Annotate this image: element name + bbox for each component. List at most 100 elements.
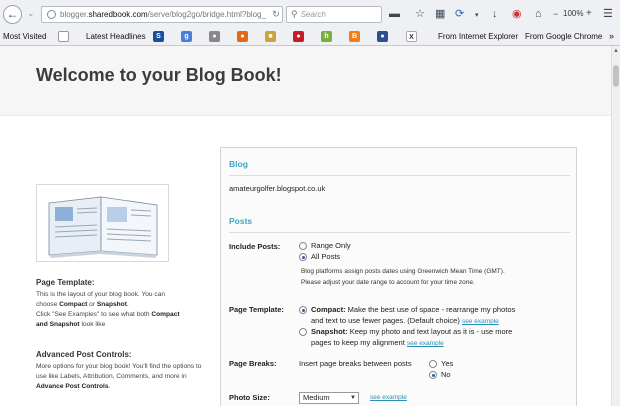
reload-icon[interactable]: ↻ bbox=[270, 9, 282, 20]
gmt-note: Please adjust your date range to account… bbox=[301, 279, 475, 286]
text-fragment: Click "See Examples" to see what both bbox=[36, 311, 152, 318]
snapshot-option-desc: Keep my photo and text layout as it is -… bbox=[347, 327, 513, 336]
page-breaks-no-label[interactable]: No bbox=[441, 370, 451, 379]
compact-option-line2: and text to use fewer pages. (Default ch… bbox=[311, 316, 499, 325]
blog-section-title: Blog bbox=[229, 159, 248, 169]
bookmark-from-ie[interactable]: From Internet Explorer bbox=[438, 32, 518, 41]
blog-url: amateurgolfer.blogspot.co.uk bbox=[229, 184, 326, 193]
template-help-line: and Snapshot look like bbox=[36, 320, 204, 330]
page-breaks-yes-label[interactable]: Yes bbox=[441, 359, 453, 368]
compact-term: Compact bbox=[59, 301, 88, 308]
photo-size-select[interactable]: Medium ▼ bbox=[299, 392, 359, 404]
zoom-out-icon[interactable]: − bbox=[553, 8, 558, 20]
all-posts-label[interactable]: All Posts bbox=[311, 252, 340, 261]
menu-icon[interactable]: ☰ bbox=[603, 8, 613, 20]
page-scrollbar[interactable]: ▲ bbox=[611, 46, 620, 406]
compact-see-example-link[interactable]: see example bbox=[462, 318, 499, 325]
page-icon[interactable] bbox=[58, 31, 69, 42]
bookmark-firefox-icon[interactable]: ● bbox=[237, 31, 248, 42]
zoom-in-icon[interactable]: + bbox=[586, 8, 592, 20]
extension-icon[interactable]: ◉ bbox=[512, 8, 522, 20]
snapshot-option-title: Snapshot: bbox=[311, 327, 348, 336]
section-divider bbox=[229, 232, 570, 233]
snapshot-option-line2: pages to keep my alignment see example bbox=[311, 338, 444, 347]
gmt-note: Blog platforms assign posts dates using … bbox=[301, 268, 505, 275]
url-text[interactable]: blogger.sharedbook.com/serve/blog2go/bri… bbox=[60, 10, 270, 19]
bookmark-globe-icon[interactable]: ● bbox=[209, 31, 220, 42]
downloads-icon[interactable]: ↓ bbox=[492, 8, 498, 20]
photo-size-see-example-link[interactable]: see example bbox=[370, 394, 407, 401]
snapshot-radio[interactable] bbox=[299, 328, 307, 336]
template-help-text: This is the layout of your blog book. Yo… bbox=[36, 290, 204, 330]
bookmark-google-icon[interactable]: g bbox=[181, 31, 192, 42]
page-breaks-no-radio[interactable] bbox=[429, 371, 437, 379]
bookmark-s-icon[interactable]: S bbox=[153, 31, 164, 42]
settings-panel: Blog amateurgolfer.blogspot.co.uk Posts … bbox=[220, 147, 577, 406]
reading-view-icon[interactable]: ▬ bbox=[389, 8, 400, 20]
range-only-radio[interactable] bbox=[299, 242, 307, 250]
bookmarks-toolbar: Most Visited Latest Headlines S g ● ● ■ … bbox=[0, 29, 620, 46]
include-posts-label: Include Posts: bbox=[229, 242, 281, 251]
url-prefix: blogger. bbox=[60, 10, 89, 19]
advanced-help-text: More options for your blog book! You'll … bbox=[36, 362, 204, 392]
page-breaks-yes-radio[interactable] bbox=[429, 360, 437, 368]
scroll-thumb[interactable] bbox=[613, 65, 619, 87]
snapshot-see-example-link[interactable]: see example bbox=[407, 340, 444, 347]
zoom-level[interactable]: 100% bbox=[563, 9, 583, 18]
text-fragment: . bbox=[108, 383, 111, 390]
compact-term: Compact bbox=[151, 311, 180, 318]
bookmark-lh-icon[interactable]: h bbox=[321, 31, 332, 42]
page-title: Welcome to your Blog Book! bbox=[36, 65, 282, 85]
bookmark-blue-icon[interactable]: ● bbox=[377, 31, 388, 42]
snapshot-option-desc: pages to keep my alignment bbox=[311, 338, 405, 347]
all-posts-radio[interactable] bbox=[299, 253, 307, 261]
text-fragment: look like bbox=[79, 321, 106, 328]
bookmarks-overflow-icon[interactable]: » bbox=[609, 31, 614, 41]
compact-radio[interactable] bbox=[299, 306, 307, 314]
range-only-label[interactable]: Range Only bbox=[311, 241, 351, 250]
scroll-up-icon[interactable]: ▲ bbox=[613, 48, 619, 54]
advanced-help-line: Advance Post Controls. bbox=[36, 382, 204, 392]
compact-option-title: Compact: bbox=[311, 305, 346, 314]
bookmark-blogger-icon[interactable]: B bbox=[349, 31, 360, 42]
home-icon[interactable]: ⌂ bbox=[535, 8, 542, 20]
sync-icon[interactable]: ⟳ bbox=[455, 8, 464, 20]
bookmark-star-icon[interactable]: ☆ bbox=[415, 8, 425, 20]
site-identity-icon[interactable] bbox=[47, 10, 56, 19]
snapshot-term: Snapshot bbox=[49, 321, 80, 328]
bookmark-red-icon[interactable]: ● bbox=[293, 31, 304, 42]
search-placeholder: Search bbox=[300, 10, 326, 19]
url-bar[interactable]: blogger.sharedbook.com/serve/blog2go/bri… bbox=[41, 6, 283, 23]
template-help-line: This is the layout of your blog book. Yo… bbox=[36, 291, 166, 298]
template-help-line: Click "See Examples" to see what both Co… bbox=[36, 310, 204, 320]
sync-dropdown-icon[interactable]: ▾ bbox=[475, 10, 479, 22]
bookmark-most-visited[interactable]: Most Visited bbox=[3, 32, 46, 41]
bookmark-folder-icon[interactable]: ■ bbox=[265, 31, 276, 42]
advanced-help-heading: Advanced Post Controls: bbox=[36, 350, 132, 359]
open-book-icon bbox=[48, 196, 158, 258]
browser-navbar: ← ⌄ blogger.sharedbook.com/serve/blog2go… bbox=[0, 0, 620, 29]
back-button[interactable]: ← bbox=[3, 5, 22, 24]
compact-option-desc: Make the best use of space - rearrange m… bbox=[345, 305, 516, 314]
text-fragment: or bbox=[87, 301, 97, 308]
photo-size-value: Medium bbox=[303, 393, 330, 402]
snapshot-term: Snapshot bbox=[96, 301, 127, 308]
text-fragment: choose bbox=[36, 301, 60, 308]
snapshot-option[interactable]: Snapshot: Keep my photo and text layout … bbox=[311, 327, 512, 336]
compact-option[interactable]: Compact: Make the best use of space - re… bbox=[311, 305, 515, 314]
page-breaks-label: Page Breaks: bbox=[229, 359, 277, 368]
bookmark-x-icon[interactable]: X bbox=[406, 31, 417, 42]
advanced-term: Advance Post Controls bbox=[36, 383, 109, 390]
chevron-down-icon: ▼ bbox=[350, 395, 356, 401]
posts-section-title: Posts bbox=[229, 216, 253, 226]
forward-dropdown-icon[interactable]: ⌄ bbox=[27, 8, 35, 19]
url-domain: sharedbook.com bbox=[88, 10, 148, 19]
advanced-help-line: More options for your blog book! You'll … bbox=[36, 363, 202, 370]
bookmark-from-chrome[interactable]: From Google Chrome bbox=[525, 32, 602, 41]
bookmarks-list-icon[interactable]: ▦ bbox=[435, 8, 445, 20]
search-icon: ⚲ bbox=[291, 9, 298, 19]
page-header: Welcome to your Blog Book! bbox=[0, 46, 611, 116]
search-bar[interactable]: ⚲ Search bbox=[286, 6, 382, 23]
template-help-heading: Page Template: bbox=[36, 278, 95, 287]
bookmark-latest-headlines[interactable]: Latest Headlines bbox=[86, 32, 146, 41]
